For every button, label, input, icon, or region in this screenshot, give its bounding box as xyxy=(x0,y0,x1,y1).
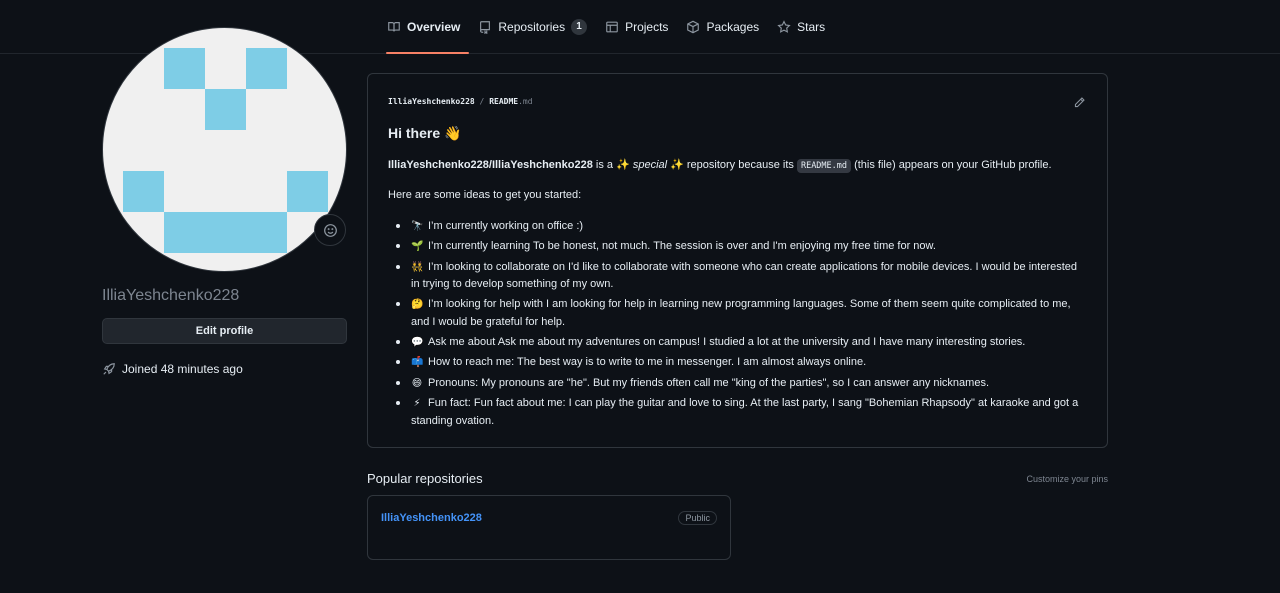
readme-card: IlliaYeshchenko228 / README.md Hi there … xyxy=(367,73,1108,448)
thinking-icon: 🤔 xyxy=(411,299,424,311)
intro-special: special xyxy=(632,159,668,171)
profile-username: IlliaYeshchenko228 xyxy=(102,287,240,304)
list-item-text: Fun fact: Fun fact about me: I can play … xyxy=(411,397,1079,427)
list-item-text: I’m looking for help with I am looking f… xyxy=(411,298,1071,328)
smiley-icon xyxy=(323,223,337,237)
joined-text: Joined 48 minutes ago xyxy=(122,362,243,376)
list-item-text: I’m currently learning To be honest, not… xyxy=(428,240,936,253)
tab-label: Packages xyxy=(706,20,760,34)
readme-path: IlliaYeshchenko228 / README.md xyxy=(388,97,533,106)
intro-repo-name: IlliaYeshchenko228/IlliaYeshchenko228 xyxy=(388,159,593,171)
list-item-text: Ask me about Ask me about my adventures … xyxy=(428,336,1026,349)
set-status-button[interactable] xyxy=(314,214,346,246)
rocket-icon xyxy=(103,363,115,375)
tab-list: Overview Repositories 1 Projects Package… xyxy=(378,0,834,54)
tab-overview[interactable]: Overview xyxy=(378,0,470,54)
tab-label: Repositories xyxy=(498,20,566,34)
readme-file-link[interactable]: README xyxy=(489,97,518,106)
list-item-text: How to reach me: The best way is to writ… xyxy=(428,356,867,369)
intro-text-1: is a ✨ xyxy=(592,159,633,171)
path-separator: / xyxy=(479,97,485,106)
avatar[interactable] xyxy=(102,27,347,272)
readme-file-ext: .md xyxy=(518,97,533,106)
edit-readme-button[interactable] xyxy=(1073,96,1087,110)
tab-projects[interactable]: Projects xyxy=(596,0,677,54)
customize-pins-link[interactable]: Customize your pins xyxy=(1026,474,1108,484)
tab-packages[interactable]: Packages xyxy=(677,0,768,54)
telescope-icon: 🔭 xyxy=(411,221,424,232)
pinned-repo-card: IlliaYeshchenko228 Public xyxy=(367,495,731,560)
avatar-container xyxy=(102,27,347,272)
repo-icon xyxy=(478,20,492,35)
list-item: 🌱 I’m currently learning To be honest, no… xyxy=(388,238,1088,256)
tab-repositories[interactable]: Repositories 1 xyxy=(469,0,596,54)
star-icon xyxy=(777,20,791,34)
lightning-icon: ⚡ xyxy=(413,398,421,410)
list-item: 💬 Ask me about Ask me about my adventures… xyxy=(388,334,1088,352)
tab-label: Projects xyxy=(625,20,669,34)
package-icon xyxy=(686,20,700,34)
speech-bubble-icon: 💬 xyxy=(411,337,424,349)
pencil-icon xyxy=(1074,97,1085,108)
tab-label: Overview xyxy=(407,20,461,34)
list-item: 🔭 I’m currently working on office :) xyxy=(388,218,1088,236)
list-item-text: I’m currently working on office :) xyxy=(428,220,584,232)
list-item-text: Pronouns: My pronouns are "he". But my f… xyxy=(428,376,990,389)
dancers-icon: 👯 xyxy=(411,261,424,273)
readme-list: 🔭 I’m currently working on office :) 🌱 I’m… xyxy=(388,218,1088,433)
intro-text-2: ✨ repository because its xyxy=(667,159,797,171)
list-item: 👯 I’m looking to collaborate on I'd like … xyxy=(388,259,1088,294)
smile-icon: 😄 xyxy=(411,377,423,389)
repo-link[interactable]: IlliaYeshchenko228 xyxy=(381,512,482,524)
readme-intro: IlliaYeshchenko228/IlliaYeshchenko228 is… xyxy=(388,158,1052,173)
list-item: 🤔 I’m looking for help with I am looking … xyxy=(388,296,1088,331)
table-icon xyxy=(605,20,619,34)
intro-code: README.md xyxy=(796,159,852,173)
tab-label: Stars xyxy=(797,20,826,34)
seedling-icon: 🌱 xyxy=(411,241,424,253)
list-item: 📫 How to reach me: The best way is to wri… xyxy=(388,354,1088,372)
popular-repositories-title: Popular repositories xyxy=(367,471,483,486)
visibility-badge: Public xyxy=(678,511,717,525)
list-item: 😄 Pronouns: My pronouns are "he". But my … xyxy=(388,375,1088,393)
tab-stars[interactable]: Stars xyxy=(768,0,834,54)
readme-ideas: Here are some ideas to get you started: xyxy=(388,189,582,201)
repo-count-badge: 1 xyxy=(571,19,588,35)
readme-heading: Hi there 👋 xyxy=(388,125,462,141)
mailbox-icon: 📫 xyxy=(411,357,424,369)
joined-info: Joined 48 minutes ago xyxy=(102,362,243,376)
intro-text-3: (this file) appears on your GitHub profi… xyxy=(851,159,1052,171)
book-icon xyxy=(387,20,401,34)
list-item: ⚡ Fun fact: Fun fact about me: I can play… xyxy=(388,395,1088,430)
readme-owner-link[interactable]: IlliaYeshchenko228 xyxy=(388,97,475,106)
identicon-image xyxy=(123,48,328,253)
edit-profile-button[interactable]: Edit profile xyxy=(102,318,347,344)
list-item-text: I’m looking to collaborate on I'd like t… xyxy=(411,260,1078,291)
